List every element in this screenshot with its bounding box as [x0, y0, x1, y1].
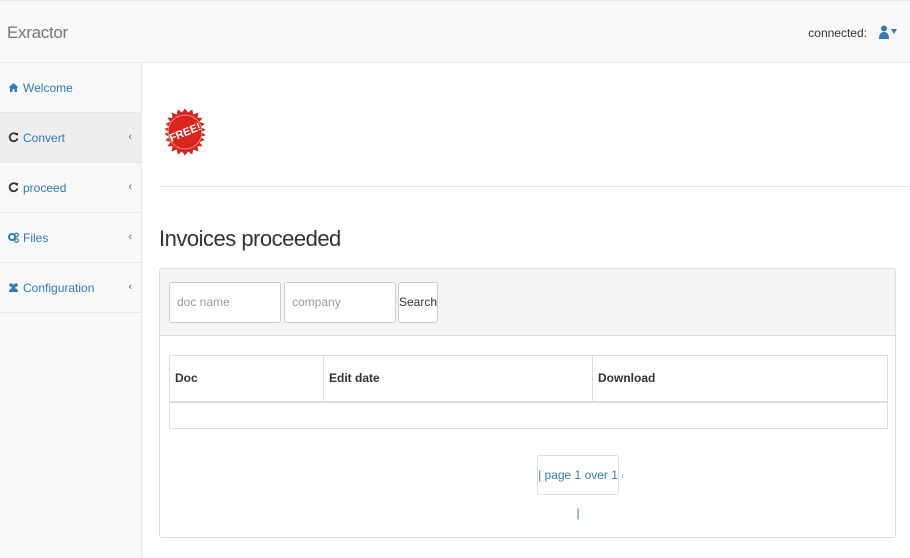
pagination-separator [622, 474, 623, 478]
sidebar-item-label: proceed [23, 180, 67, 195]
doc-name-input[interactable]: doc name [169, 282, 281, 323]
main-content: FREE! Invoices proceeded doc name compan… [143, 63, 910, 558]
column-header-download[interactable]: Download [593, 356, 887, 401]
sidebar: Welcome Convert ‹ proceed ‹ Files ‹ Conf… [0, 63, 142, 558]
invoices-table: Doc Edit date Download [169, 355, 888, 429]
chevron-left-icon: ‹ [128, 181, 132, 193]
chevron-left-icon: ‹ [128, 231, 132, 243]
user-icon[interactable] [879, 25, 889, 39]
users-icon [9, 283, 18, 292]
sidebar-item-label: Welcome [23, 80, 73, 95]
search-button[interactable]: Search [398, 282, 438, 323]
divider [159, 186, 910, 187]
caret-down-icon[interactable] [891, 29, 897, 34]
connected-label: connected: [808, 26, 867, 40]
company-input[interactable]: company [284, 282, 396, 323]
invoices-panel: doc name company Search Doc Edit date Do… [159, 268, 896, 538]
chevron-left-icon: ‹ [128, 131, 132, 143]
table-body-empty [170, 403, 887, 427]
search-bar: doc name company Search [160, 269, 895, 336]
sidebar-item-welcome[interactable]: Welcome [0, 63, 141, 113]
sidebar-item-label: Configuration [23, 280, 95, 295]
home-icon [8, 83, 19, 92]
sidebar-item-label: Files [23, 230, 49, 245]
table-header: Doc Edit date Download [170, 356, 887, 403]
page-title: Invoices proceeded [159, 226, 341, 251]
pagination-button[interactable]: | page 1 over 1 | [537, 455, 619, 520]
top-navbar: Exractor connected: [0, 0, 910, 63]
column-header-edit-date[interactable]: Edit date [324, 356, 593, 401]
sidebar-item-label: Convert [23, 130, 66, 145]
refresh-icon [8, 132, 19, 143]
app-brand[interactable]: Exractor [7, 23, 68, 43]
chevron-left-icon: ‹ [128, 281, 132, 293]
column-header-doc[interactable]: Doc [170, 356, 324, 401]
sidebar-item-configuration[interactable]: Configuration ‹ [0, 263, 141, 313]
sidebar-item-proceed[interactable]: proceed ‹ [0, 163, 141, 213]
free-badge-logo: FREE! [164, 108, 206, 156]
refresh-icon [8, 182, 19, 193]
sidebar-item-convert[interactable]: Convert ‹ [0, 113, 141, 163]
sidebar-item-files[interactable]: Files ‹ [0, 213, 141, 263]
gears-icon [8, 232, 19, 243]
